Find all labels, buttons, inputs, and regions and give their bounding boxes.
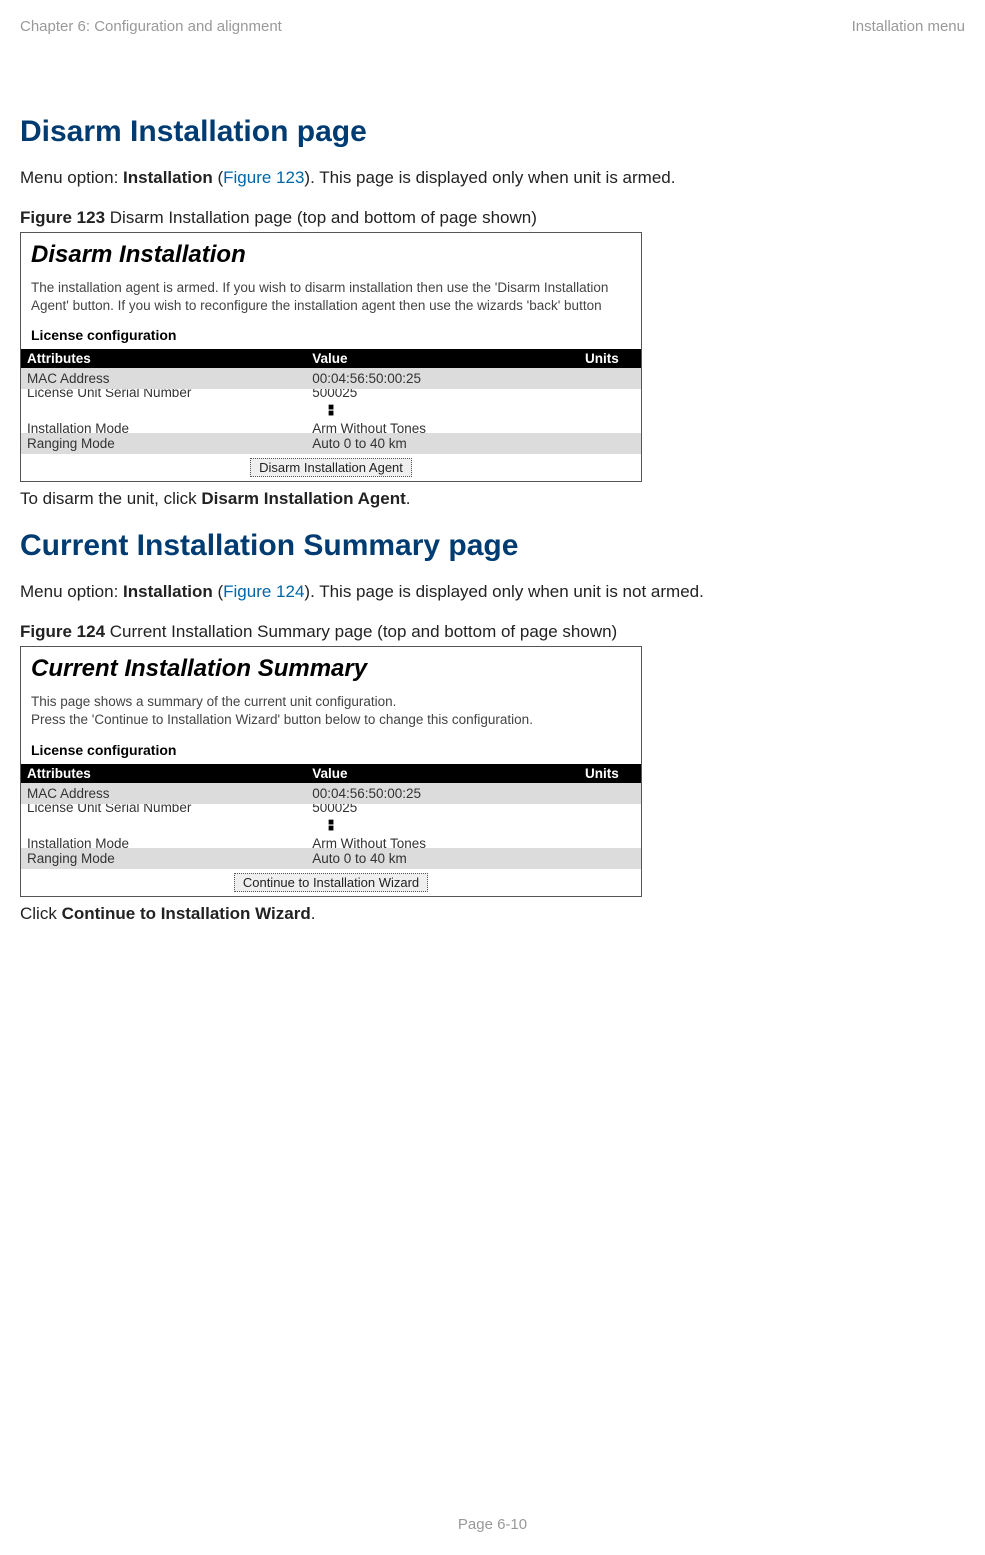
cell-val: Arm Without Tones xyxy=(306,419,579,433)
cell-units xyxy=(579,419,641,433)
th-attributes: Attributes xyxy=(21,349,306,368)
table-row: MAC Address 00:04:56:50:00:25 xyxy=(21,368,641,389)
cell-units xyxy=(579,804,641,818)
cell-units xyxy=(579,834,641,848)
section-heading-disarm: Disarm Installation page xyxy=(20,115,965,149)
cell-val: 500025 xyxy=(306,389,579,403)
table-row-cut: License Unit Serial Number 500025 xyxy=(21,389,641,403)
table-row: Ranging Mode Auto 0 to 40 km xyxy=(21,433,641,454)
intro-paragraph-1: Menu option: Installation (Figure 123). … xyxy=(20,167,965,190)
after-prefix: To disarm the unit, click xyxy=(20,489,201,508)
panel-title-summary: Current Installation Summary xyxy=(21,647,641,689)
figure-caption-text: Current Installation Summary page (top a… xyxy=(105,622,617,641)
intro-suffix: ). This page is displayed only when unit… xyxy=(304,168,675,187)
th-attributes: Attributes xyxy=(21,764,306,783)
panel-description-disarm: The installation agent is armed. If you … xyxy=(21,275,641,327)
after-figure-text-2: Click Continue to Installation Wizard. xyxy=(20,903,965,926)
disarm-installation-agent-button[interactable]: Disarm Installation Agent xyxy=(250,458,412,477)
table-header-row: Attributes Value Units xyxy=(21,764,641,783)
section-heading-summary: Current Installation Summary page xyxy=(20,529,965,563)
license-config-heading: License configuration xyxy=(21,327,641,349)
cell-attr: Ranging Mode xyxy=(21,848,306,869)
cell-attr: MAC Address xyxy=(21,783,306,804)
after-suffix: . xyxy=(311,904,316,923)
cell-units xyxy=(579,368,641,389)
after-bold: Disarm Installation Agent xyxy=(201,489,405,508)
table-row-cut: Installation Mode Arm Without Tones xyxy=(21,419,641,433)
intro-prefix: Menu option: xyxy=(20,168,123,187)
th-units: Units xyxy=(579,349,641,368)
cell-attr: MAC Address xyxy=(21,368,306,389)
license-table-2: Attributes Value Units MAC Address 00:04… xyxy=(21,764,641,818)
figure-caption-124: Figure 124 Current Installation Summary … xyxy=(20,622,965,642)
th-value: Value xyxy=(306,349,579,368)
cell-units xyxy=(579,389,641,403)
header-chapter: Chapter 6: Configuration and alignment xyxy=(20,18,282,35)
continue-to-installation-wizard-button[interactable]: Continue to Installation Wizard xyxy=(234,873,428,892)
cell-val: 500025 xyxy=(306,804,579,818)
cell-attr: License Unit Serial Number xyxy=(21,804,306,818)
header-section: Installation menu xyxy=(852,18,965,35)
ellipsis-dots: ■■ xyxy=(21,818,641,834)
panel-title-disarm: Disarm Installation xyxy=(21,233,641,275)
panel-description-summary: This page shows a summary of the current… xyxy=(21,689,641,741)
button-row: Continue to Installation Wizard xyxy=(21,869,641,896)
cell-val: Auto 0 to 40 km xyxy=(306,848,579,869)
figure-label: Figure 123 xyxy=(20,208,105,227)
cell-val: Auto 0 to 40 km xyxy=(306,433,579,454)
figure-link-124[interactable]: Figure 124 xyxy=(223,582,304,601)
ellipsis-dots: ■■ xyxy=(21,403,641,419)
cell-val: 00:04:56:50:00:25 xyxy=(306,783,579,804)
license-table-2b: Installation Mode Arm Without Tones Rang… xyxy=(21,834,641,896)
figure-123-box: Disarm Installation The installation age… xyxy=(20,232,642,482)
cell-val: Arm Without Tones xyxy=(306,834,579,848)
table-row: Ranging Mode Auto 0 to 40 km xyxy=(21,848,641,869)
after-suffix: . xyxy=(406,489,411,508)
figure-link-123[interactable]: Figure 123 xyxy=(223,168,304,187)
table-header-row: Attributes Value Units xyxy=(21,349,641,368)
cell-attr: License Unit Serial Number xyxy=(21,389,306,403)
cell-units xyxy=(579,783,641,804)
th-value: Value xyxy=(306,764,579,783)
button-row: Disarm Installation Agent xyxy=(21,454,641,481)
intro-paragraph-2: Menu option: Installation (Figure 124). … xyxy=(20,581,965,604)
license-table-1: Attributes Value Units MAC Address 00:04… xyxy=(21,349,641,403)
table-row-cut: Installation Mode Arm Without Tones xyxy=(21,834,641,848)
intro-menu-option: Installation xyxy=(123,168,213,187)
table-row-cut: License Unit Serial Number 500025 xyxy=(21,804,641,818)
figure-caption-123: Figure 123 Disarm Installation page (top… xyxy=(20,208,965,228)
table-row: MAC Address 00:04:56:50:00:25 xyxy=(21,783,641,804)
th-units: Units xyxy=(579,764,641,783)
cell-val: 00:04:56:50:00:25 xyxy=(306,368,579,389)
figure-124-box: Current Installation Summary This page s… xyxy=(20,646,642,896)
cell-units xyxy=(579,848,641,869)
cell-attr: Ranging Mode xyxy=(21,433,306,454)
figure-caption-text: Disarm Installation page (top and bottom… xyxy=(105,208,537,227)
figure-label: Figure 124 xyxy=(20,622,105,641)
page-number: Page 6-10 xyxy=(0,1516,985,1533)
intro-paren: ( xyxy=(213,168,223,187)
cell-attr: Installation Mode xyxy=(21,834,306,848)
intro-paren: ( xyxy=(213,582,223,601)
cell-attr: Installation Mode xyxy=(21,419,306,433)
page-header: Chapter 6: Configuration and alignment I… xyxy=(20,18,965,35)
after-figure-text-1: To disarm the unit, click Disarm Install… xyxy=(20,488,965,511)
after-prefix: Click xyxy=(20,904,62,923)
intro-prefix: Menu option: xyxy=(20,582,123,601)
license-config-heading: License configuration xyxy=(21,742,641,764)
intro-suffix: ). This page is displayed only when unit… xyxy=(304,582,703,601)
cell-units xyxy=(579,433,641,454)
intro-menu-option: Installation xyxy=(123,582,213,601)
license-table-1b: Installation Mode Arm Without Tones Rang… xyxy=(21,419,641,481)
after-bold: Continue to Installation Wizard xyxy=(62,904,311,923)
